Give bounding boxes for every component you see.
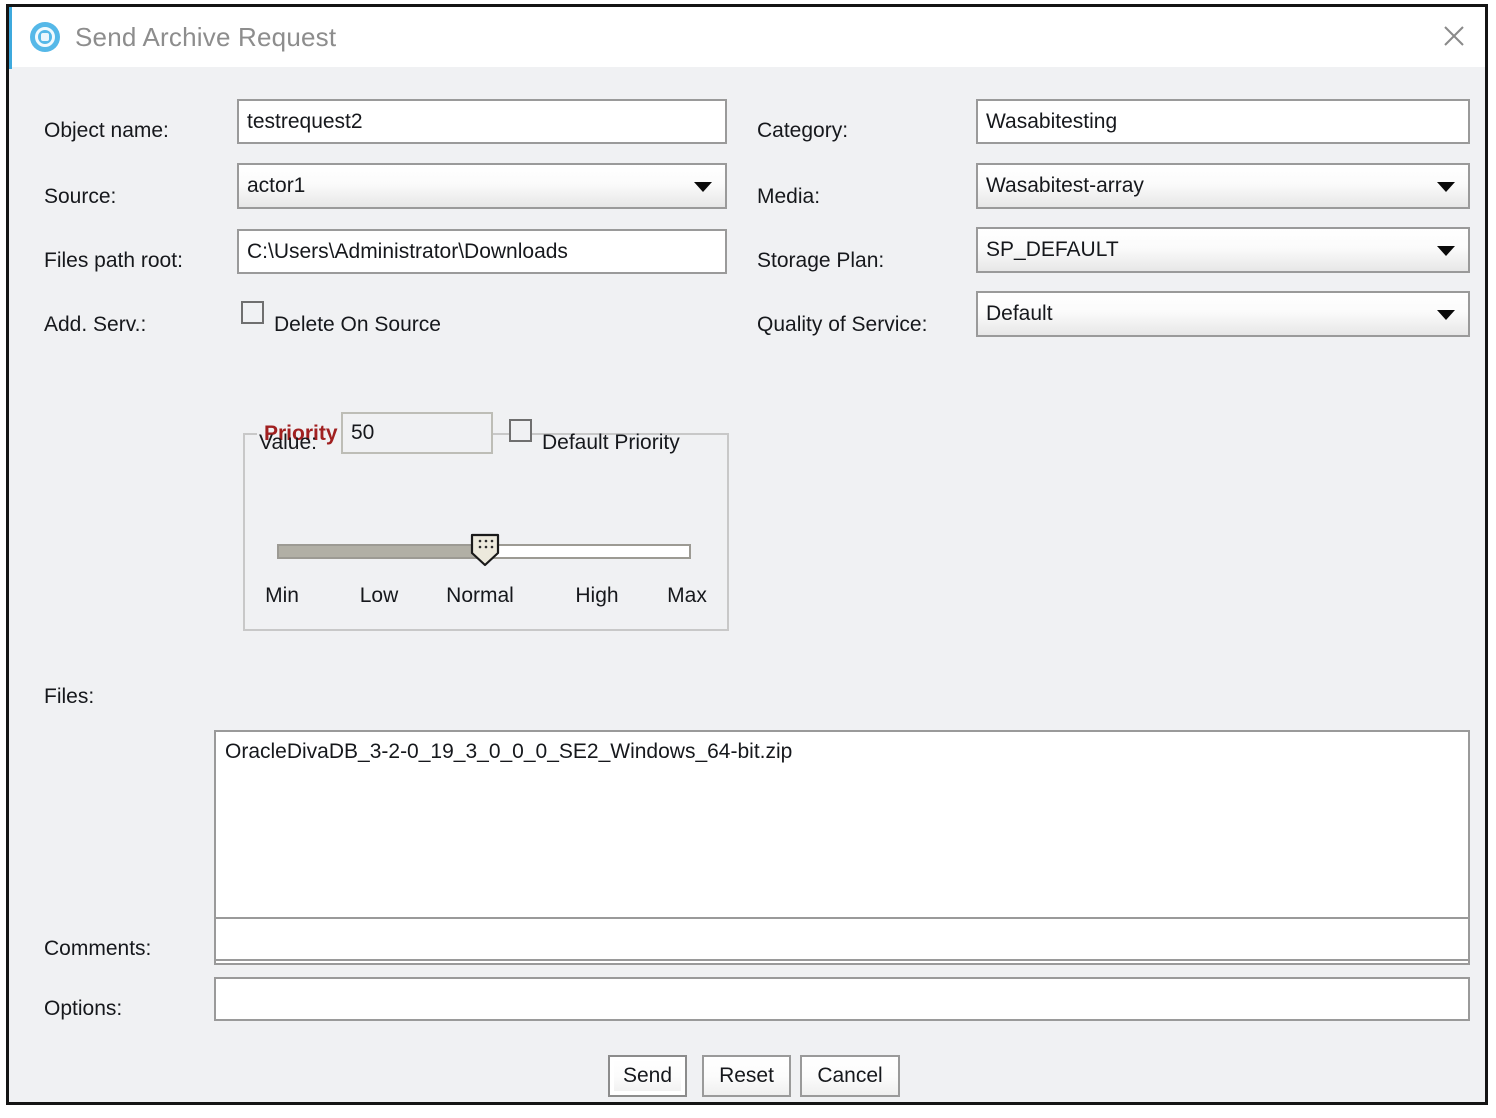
comments-label: Comments: (44, 937, 152, 960)
category-input[interactable]: Wasabitesting (976, 99, 1470, 144)
chevron-down-icon (1437, 182, 1455, 192)
media-dropdown[interactable]: Wasabitest-array (976, 163, 1470, 209)
media-dropdown-value: Wasabitest-array (986, 174, 1144, 197)
send-archive-request-dialog: Send Archive Request Object name: testre… (6, 4, 1488, 1105)
slider-tick-max: Max (667, 584, 707, 607)
slider-tick-high: High (575, 584, 619, 607)
source-label: Source: (44, 185, 117, 208)
add-serv-label: Add. Serv.: (44, 313, 147, 336)
default-priority-label: Default Priority (542, 431, 680, 454)
source-dropdown[interactable]: actor1 (237, 163, 727, 209)
options-label: Options: (44, 997, 123, 1020)
quality-of-service-label: Quality of Service: (757, 313, 928, 336)
chevron-down-icon (1437, 246, 1455, 256)
quality-of-service-dropdown[interactable]: Default (976, 291, 1470, 337)
dialog-body: Object name: testrequest2 Source: actor1… (9, 67, 1485, 1102)
send-button[interactable]: Send (608, 1055, 687, 1097)
slider-tick-low: Low (359, 584, 399, 607)
priority-slider-fill (279, 546, 484, 557)
reset-button[interactable]: Reset (702, 1055, 791, 1097)
delete-on-source-label: Delete On Source (274, 313, 441, 336)
media-label: Media: (757, 185, 821, 208)
storage-plan-dropdown[interactable]: SP_DEFAULT (976, 227, 1470, 273)
default-priority-checkbox[interactable] (509, 419, 532, 442)
slider-tick-min: Min (265, 584, 299, 607)
close-icon (1444, 26, 1464, 46)
delete-on-source-checkbox[interactable] (241, 301, 264, 324)
window-title: Send Archive Request (75, 21, 337, 52)
object-name-input[interactable]: testrequest2 (237, 99, 727, 144)
cancel-button[interactable]: Cancel (800, 1055, 900, 1097)
storage-plan-label: Storage Plan: (757, 249, 885, 272)
comments-input[interactable] (214, 917, 1470, 961)
source-dropdown-value: actor1 (247, 174, 306, 197)
priority-value-input[interactable]: 50 (341, 412, 493, 454)
chevron-down-icon (1437, 310, 1455, 320)
storage-plan-dropdown-value: SP_DEFAULT (986, 238, 1119, 261)
files-path-root-label: Files path root: (44, 249, 183, 272)
chevron-down-icon (694, 182, 712, 192)
close-button[interactable] (1423, 7, 1485, 65)
options-input[interactable] (214, 977, 1470, 1021)
object-name-label: Object name: (44, 119, 169, 142)
quality-of-service-dropdown-value: Default (986, 302, 1053, 325)
archive-app-icon (30, 22, 60, 52)
priority-value-label: Value: (259, 431, 317, 454)
priority-slider-thumb[interactable] (470, 533, 500, 567)
slider-tick-normal: Normal (446, 584, 514, 607)
files-path-root-input[interactable]: C:\Users\Administrator\Downloads (237, 229, 727, 274)
files-label: Files: (44, 685, 95, 708)
category-label: Category: (757, 119, 849, 142)
title-bar: Send Archive Request (9, 7, 1485, 67)
